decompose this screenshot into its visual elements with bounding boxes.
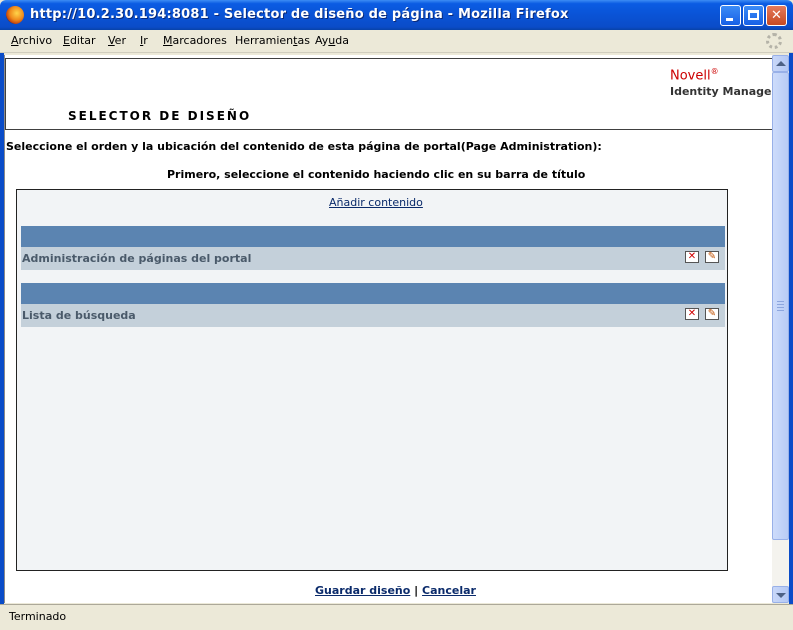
portlet-title-bar[interactable] bbox=[21, 283, 725, 304]
status-text: Terminado bbox=[9, 610, 67, 623]
arrow-down-icon bbox=[776, 593, 786, 598]
menu-editar-label: ditar bbox=[69, 34, 96, 47]
edit-icon[interactable]: ✎ bbox=[705, 251, 719, 263]
maximize-button[interactable] bbox=[743, 5, 764, 26]
window-title-bar[interactable]: http://10.2.30.194:8081 - Selector de di… bbox=[0, 0, 793, 30]
portlet-label: Administración de páginas del portal bbox=[22, 252, 252, 265]
firefox-icon bbox=[6, 6, 24, 24]
menu-ayuda-pre: Ay bbox=[315, 34, 329, 47]
cancel-link[interactable]: Cancelar bbox=[422, 584, 476, 597]
menu-marcadores-accel: M bbox=[163, 34, 173, 47]
novell-logo: Novell® bbox=[670, 67, 719, 83]
instruction-select: Primero, seleccione el contenido haciend… bbox=[167, 168, 586, 181]
minimize-icon bbox=[726, 18, 733, 21]
scroll-up-button[interactable] bbox=[772, 55, 789, 72]
menu-archivo-label: rchivo bbox=[18, 34, 53, 47]
portlet-row: Lista de búsqueda ✕ ✎ bbox=[21, 304, 725, 327]
menu-editar-accel: E bbox=[63, 34, 70, 47]
close-window-button[interactable]: ✕ bbox=[766, 5, 787, 26]
page-title: SELECTOR DE DISEÑO bbox=[68, 109, 252, 123]
edit-icon[interactable]: ✎ bbox=[705, 308, 719, 320]
menu-ver-label: er bbox=[114, 34, 126, 47]
menu-herramientas-label: as bbox=[297, 34, 310, 47]
add-content-link[interactable]: Añadir contenido bbox=[329, 196, 423, 209]
menu-ayuda[interactable]: Ayuda bbox=[315, 34, 349, 47]
window-frame-right bbox=[789, 30, 793, 604]
menu-archivo[interactable]: Archivo bbox=[11, 34, 52, 47]
portlet-title-bar[interactable] bbox=[21, 226, 725, 247]
grip-line bbox=[777, 310, 784, 311]
menu-ver[interactable]: Ver bbox=[108, 34, 126, 47]
menu-ir[interactable]: Ir bbox=[140, 34, 148, 47]
minimize-button[interactable] bbox=[720, 5, 741, 26]
menu-herramientas[interactable]: Herramientas bbox=[235, 34, 310, 47]
delete-icon[interactable]: ✕ bbox=[685, 251, 699, 263]
menu-ir-label: r bbox=[143, 34, 148, 47]
menu-ver-accel: V bbox=[108, 34, 115, 47]
close-icon: ✕ bbox=[771, 8, 782, 23]
arrow-up-icon bbox=[776, 61, 786, 66]
menu-herramientas-pre: Herramien bbox=[235, 34, 294, 47]
menu-archivo-accel: A bbox=[11, 34, 19, 47]
footer-actions: Guardar diseño | Cancelar bbox=[315, 584, 476, 597]
save-layout-link[interactable]: Guardar diseño bbox=[315, 584, 410, 597]
vertical-scrollbar[interactable] bbox=[772, 55, 789, 603]
window-title: http://10.2.30.194:8081 - Selector de di… bbox=[30, 7, 569, 22]
brand-mark: ® bbox=[710, 67, 719, 76]
menu-marcadores-label: arcadores bbox=[172, 34, 227, 47]
menu-bar: Archivo Editar Ver Ir Marcadores Herrami… bbox=[0, 30, 793, 53]
portlet-label: Lista de búsqueda bbox=[22, 309, 136, 322]
scroll-thumb[interactable] bbox=[772, 72, 789, 540]
instruction-order: Seleccione el orden y la ubicación del c… bbox=[6, 140, 602, 153]
footer-separator: | bbox=[414, 584, 419, 597]
throbber-icon bbox=[766, 33, 782, 49]
grip-line bbox=[777, 307, 784, 308]
menu-marcadores[interactable]: Marcadores bbox=[163, 34, 227, 47]
page-content: Novell® Identity Manager SELECTOR DE DIS… bbox=[4, 55, 773, 603]
product-name: Identity Manager bbox=[670, 85, 773, 98]
menu-ayuda-label: da bbox=[335, 34, 350, 47]
delete-icon[interactable]: ✕ bbox=[685, 308, 699, 320]
maximize-icon bbox=[748, 10, 759, 20]
page-header: Novell® Identity Manager SELECTOR DE DIS… bbox=[5, 58, 773, 130]
portlet-row: Administración de páginas del portal ✕ ✎ bbox=[21, 247, 725, 270]
status-bar: Terminado bbox=[0, 604, 793, 630]
brand-name: Novell bbox=[670, 68, 711, 84]
scroll-down-button[interactable] bbox=[772, 586, 789, 603]
grip-line bbox=[777, 304, 784, 305]
grip-line bbox=[777, 301, 784, 302]
layout-panel: Añadir contenido Administración de págin… bbox=[16, 189, 728, 571]
menu-editar[interactable]: Editar bbox=[63, 34, 96, 47]
